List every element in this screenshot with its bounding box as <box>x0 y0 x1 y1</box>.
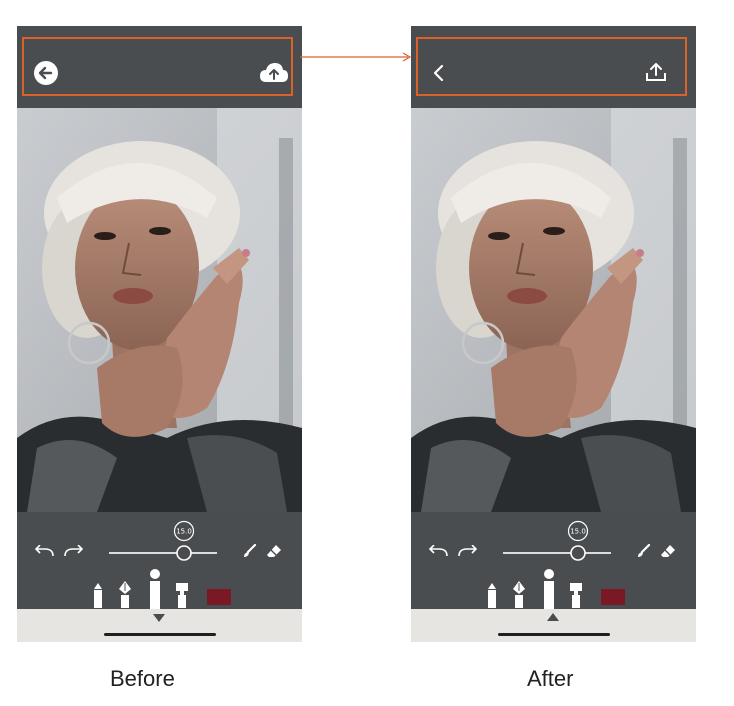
slider-thumb <box>570 545 586 561</box>
bottom-bar <box>411 609 696 642</box>
home-indicator <box>104 633 216 636</box>
redo-icon[interactable] <box>63 545 85 559</box>
flat-brush-tool-icon[interactable] <box>569 582 583 608</box>
home-indicator <box>498 633 610 636</box>
pen-nib-tool-icon[interactable] <box>117 580 133 608</box>
comparison-arrow-icon <box>300 52 412 62</box>
bottom-bar <box>17 609 302 642</box>
eraser-icon[interactable] <box>660 544 676 558</box>
eraser-icon[interactable] <box>266 544 282 558</box>
slider-value-text: 15.0 <box>570 528 586 536</box>
top-bar <box>17 26 302 108</box>
before-screen: 15.0 <box>17 26 302 642</box>
triangle-up-icon[interactable] <box>546 612 560 622</box>
highlight-box <box>416 37 687 96</box>
highlight-box <box>22 37 293 96</box>
slider-thumb <box>176 545 192 561</box>
undo-icon[interactable] <box>427 545 449 559</box>
flat-brush-tool-icon[interactable] <box>175 582 189 608</box>
round-brush-tool-icon[interactable] <box>147 569 163 609</box>
color-swatch[interactable] <box>207 589 231 605</box>
marker-tool-icon[interactable] <box>485 582 499 608</box>
after-label: After <box>527 666 574 691</box>
after-screen: 15.0 <box>411 26 696 642</box>
pen-nib-tool-icon[interactable] <box>511 580 527 608</box>
undo-icon[interactable] <box>33 545 55 559</box>
round-brush-tool-icon[interactable] <box>541 569 557 609</box>
brush-icon[interactable] <box>637 544 651 558</box>
toolbar: 15.0 <box>17 512 302 609</box>
marker-tool-icon[interactable] <box>91 582 105 608</box>
color-swatch[interactable] <box>601 589 625 605</box>
before-label: Before <box>110 666 175 691</box>
triangle-down-icon[interactable] <box>152 613 166 623</box>
toolbar: 15.0 <box>411 512 696 609</box>
slider-value-text: 15.0 <box>176 528 192 536</box>
portrait-photo <box>17 108 302 512</box>
top-bar <box>411 26 696 108</box>
redo-icon[interactable] <box>457 545 479 559</box>
brush-icon[interactable] <box>243 544 257 558</box>
portrait-photo <box>411 108 696 512</box>
